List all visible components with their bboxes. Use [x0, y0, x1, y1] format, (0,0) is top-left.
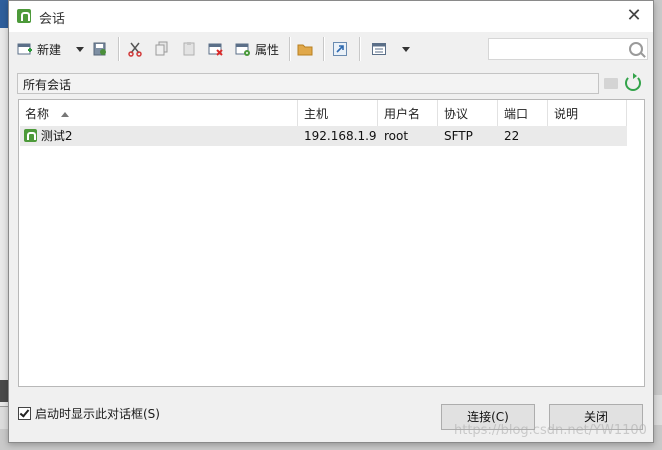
column-header-port[interactable]: 端口 [498, 100, 548, 126]
sessions-list: 名称 主机 用户名 协议 端口 说明 测试2 192.168.1.9 root … [18, 99, 645, 387]
properties-button[interactable]: 属性 [235, 38, 279, 60]
show-on-startup-label: 启动时显示此对话框(S) [35, 407, 160, 421]
sessions-dialog: 会话 ✕ 新建 属性 所有会话 名称 主机 用户名 协议 端口 说明 测试2 1… [8, 0, 654, 443]
view-button[interactable] [371, 38, 387, 60]
properties-label: 属性 [255, 42, 280, 57]
column-header-description[interactable]: 说明 [548, 100, 627, 126]
protocol-cell: SFTP [444, 129, 473, 143]
shortcut-icon [332, 41, 348, 57]
watermark-text: https://blog.csdn.net/YW1100 [454, 423, 647, 438]
new-session-label: 新建 [37, 42, 62, 57]
copy-icon [154, 41, 170, 57]
column-header-host[interactable]: 主机 [298, 100, 378, 126]
host-cell: 192.168.1.9 [304, 129, 377, 143]
folder-icon[interactable] [604, 78, 618, 89]
scissors-icon [127, 41, 143, 57]
checkbox-checked-icon[interactable] [18, 407, 31, 420]
chevron-down-icon [76, 46, 84, 52]
delete-icon [208, 41, 224, 57]
open-link-button[interactable] [332, 38, 348, 60]
new-session-button[interactable]: 新建 [17, 38, 61, 60]
view-dropdown-button[interactable] [402, 38, 410, 60]
background-window-edge [0, 0, 8, 28]
path-text: 所有会话 [23, 78, 72, 92]
title-bar: 会话 ✕ [9, 1, 653, 32]
sort-ascending-icon [61, 112, 70, 117]
list-view-icon [371, 41, 387, 57]
session-name-cell: 测试2 [20, 126, 297, 146]
app-logo-icon [17, 9, 31, 23]
paste-icon [181, 41, 197, 57]
path-bar[interactable]: 所有会话 [17, 73, 599, 94]
port-cell: 22 [504, 129, 520, 143]
user-cell: root [384, 129, 409, 143]
column-header-name[interactable]: 名称 [19, 100, 298, 126]
session-icon [24, 129, 37, 142]
folder-icon [297, 41, 313, 57]
save-icon [92, 41, 108, 57]
table-row[interactable]: 测试2 192.168.1.9 root SFTP 22 [20, 126, 627, 146]
list-header: 名称 主机 用户名 协议 端口 说明 [19, 100, 627, 126]
search-field[interactable] [488, 38, 648, 60]
refresh-icon[interactable] [625, 73, 641, 91]
cut-button[interactable] [127, 38, 143, 60]
search-input[interactable] [493, 40, 627, 60]
search-icon[interactable] [629, 42, 643, 56]
copy-button[interactable] [154, 38, 170, 60]
delete-button[interactable] [208, 38, 224, 60]
column-header-user[interactable]: 用户名 [378, 100, 438, 126]
folder-button[interactable] [297, 38, 313, 60]
background-window-right [654, 395, 662, 425]
paste-button[interactable] [181, 38, 197, 60]
chevron-down-icon [402, 46, 410, 52]
new-dropdown-button[interactable] [76, 38, 84, 60]
window-title: 会话 [39, 12, 66, 27]
save-button[interactable] [92, 38, 108, 60]
new-session-icon [17, 41, 33, 57]
column-header-protocol[interactable]: 协议 [438, 100, 498, 126]
properties-icon [235, 41, 251, 57]
description-cell [548, 126, 554, 146]
close-icon[interactable]: ✕ [623, 5, 645, 27]
show-on-startup-checkbox[interactable]: 启动时显示此对话框(S) [18, 405, 160, 422]
